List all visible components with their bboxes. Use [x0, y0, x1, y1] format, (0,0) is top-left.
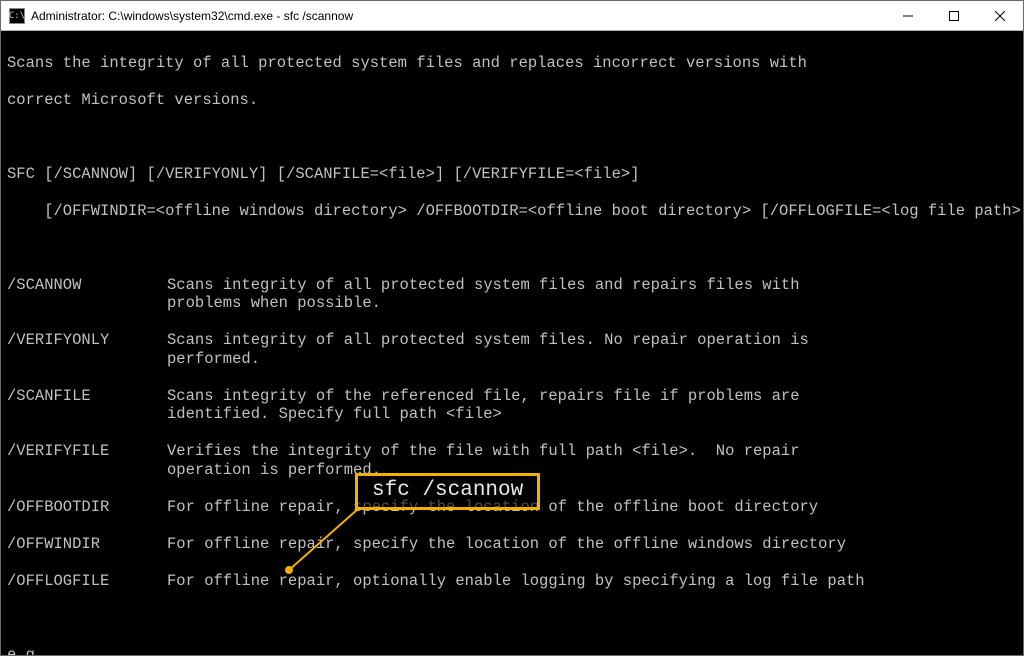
cmd-window: C:\ Administrator: C:\windows\system32\c…	[0, 0, 1024, 656]
text-line: Scans the integrity of all protected sys…	[7, 54, 1017, 73]
window-title: Administrator: C:\windows\system32\cmd.e…	[31, 9, 885, 23]
text-line: [/OFFWINDIR=<offline windows directory> …	[7, 202, 1017, 221]
text-line: e.g.	[7, 646, 1017, 656]
blank-line	[7, 609, 1017, 628]
terminal-output[interactable]: Scans the integrity of all protected sys…	[1, 31, 1023, 655]
option-verifyonly: /VERIFYONLYScans integrity of all protec…	[7, 331, 1017, 368]
option-offwindir: /OFFWINDIRFor offline repair, specify th…	[7, 535, 1017, 554]
option-scannow: /SCANNOWScans integrity of all protected…	[7, 276, 1017, 313]
blank-line	[7, 239, 1017, 258]
cmd-icon: C:\	[9, 8, 25, 24]
option-scanfile: /SCANFILEScans integrity of the referenc…	[7, 387, 1017, 424]
option-offlogfile: /OFFLOGFILEFor offline repair, optionall…	[7, 572, 1017, 591]
text-line: correct Microsoft versions.	[7, 91, 1017, 110]
maximize-button[interactable]	[931, 1, 977, 30]
blank-line	[7, 128, 1017, 147]
command-callout: sfc /scannow	[355, 473, 540, 510]
text-line: SFC [/SCANNOW] [/VERIFYONLY] [/SCANFILE=…	[7, 165, 1017, 184]
close-button[interactable]	[977, 1, 1023, 30]
titlebar[interactable]: C:\ Administrator: C:\windows\system32\c…	[1, 1, 1023, 31]
minimize-button[interactable]	[885, 1, 931, 30]
